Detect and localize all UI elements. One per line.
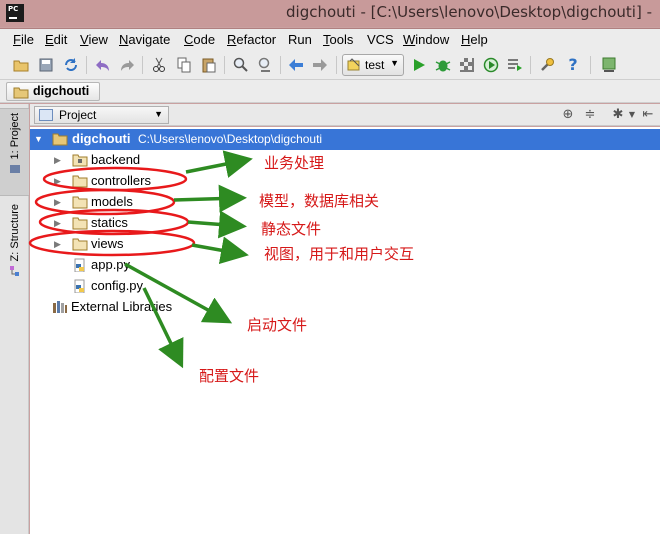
paste-icon[interactable] [200, 56, 218, 74]
chevron-down-icon: ▼ [154, 109, 163, 119]
menu-tools[interactable]: Tools [323, 32, 353, 47]
collapse-all-icon[interactable]: ≑ [582, 107, 598, 123]
python-file-icon [74, 279, 85, 293]
folder-name: views [91, 236, 124, 251]
project-panel-header: Project ▼ ⊕ ≑ ✱ ▼ ⇤ [30, 104, 660, 126]
copy-icon[interactable] [175, 56, 193, 74]
collapse-arrow-icon[interactable]: ▶ [54, 197, 61, 208]
structure-icon [9, 266, 19, 277]
root-folder-name: digchouti [72, 131, 131, 146]
run-config-label: test [365, 58, 385, 72]
window-titlebar: PC digchouti - [C:\Users\lenovo\Desktop\… [0, 0, 660, 27]
save-icon[interactable] [37, 56, 55, 74]
locate-target-icon[interactable]: ⊕ [560, 107, 576, 123]
folder-icon [72, 238, 88, 251]
collapse-arrow-icon[interactable]: ▶ [54, 218, 61, 229]
run-icon[interactable] [410, 56, 428, 74]
run-tests-icon[interactable] [506, 56, 524, 74]
cut-icon[interactable] [150, 56, 168, 74]
menu-window[interactable]: Window [403, 32, 449, 47]
folder-name: controllers [91, 173, 151, 188]
menu-code[interactable]: Code [184, 32, 215, 47]
annotation-models: 模型，数据库相关 [259, 192, 380, 210]
open-folder-icon[interactable] [12, 56, 30, 74]
redo-icon[interactable] [118, 56, 136, 74]
tree-item-config-py[interactable]: config.py [30, 276, 660, 297]
hide-panel-icon[interactable]: ⇤ [640, 107, 656, 123]
menu-run[interactable]: Run [288, 32, 312, 47]
project-view-label: Project [59, 108, 97, 122]
annotation-app-py: 启动文件 [247, 316, 308, 334]
menu-refactor[interactable]: Refactor [227, 32, 276, 47]
breadcrumb[interactable]: digchouti [6, 82, 101, 101]
menu-vcs[interactable]: VCS [367, 32, 394, 47]
tree-root-row[interactable]: ▼ digchouti C:\Users\lenovo\Desktop\digc… [30, 129, 660, 150]
root-folder-path: C:\Users\lenovo\Desktop\digchouti [138, 132, 323, 146]
debug-icon[interactable] [434, 56, 452, 74]
collapse-arrow-icon[interactable]: ▶ [54, 239, 61, 250]
tab-project-label: 1: Project [8, 113, 21, 160]
annotation-config-py: 配置文件 [199, 367, 260, 385]
folder-name: models [91, 194, 133, 209]
undo-icon[interactable] [94, 56, 112, 74]
folder-name: statics [91, 215, 128, 230]
main-toolbar: test ▼ ? [0, 50, 660, 80]
package-folder-icon [72, 154, 88, 167]
menu-edit[interactable]: Edit [45, 32, 67, 47]
folder-name: backend [91, 152, 141, 167]
replace-icon[interactable] [256, 56, 274, 74]
library-icon [53, 301, 67, 313]
annotation-statics: 静态文件 [261, 220, 322, 238]
project-tree: ▼ digchouti C:\Users\lenovo\Desktop\digc… [30, 127, 660, 534]
external-libraries-label: External Libraries [71, 299, 173, 314]
menu-view[interactable]: View [80, 32, 108, 47]
collapse-arrow-icon[interactable]: ▶ [54, 155, 61, 166]
collapse-arrow-icon[interactable]: ▶ [54, 176, 61, 187]
folder-icon [72, 217, 88, 230]
annotation-controllers: 业务处理 [264, 154, 325, 172]
tree-item-external-libraries[interactable]: External Libraries [30, 297, 660, 318]
file-name: app.py [91, 257, 131, 272]
profile-icon[interactable] [482, 56, 500, 74]
project-view-select[interactable]: Project ▼ [34, 106, 169, 124]
file-name: config.py [91, 278, 144, 293]
help-icon[interactable]: ? [564, 56, 582, 74]
settings-wrench-icon[interactable] [538, 56, 556, 74]
project-folder-icon [9, 165, 20, 174]
annotation-views: 视图，用于和用户交互 [264, 245, 415, 263]
folder-icon [52, 133, 68, 146]
folder-icon [72, 175, 88, 188]
sync-icon[interactable] [62, 56, 80, 74]
folder-icon [72, 196, 88, 209]
navigation-bar: digchouti [0, 80, 660, 103]
python-config-icon [347, 58, 360, 71]
tree-item-statics[interactable]: ▶ statics [30, 213, 660, 234]
breadcrumb-label: digchouti [33, 84, 90, 98]
menu-bar: File Edit View Navigate Code Refactor Ru… [0, 28, 660, 50]
expand-arrow-icon[interactable]: ▼ [34, 134, 43, 144]
forward-icon[interactable] [311, 56, 329, 74]
coverage-icon[interactable] [458, 56, 476, 74]
menu-file[interactable]: File [13, 32, 34, 47]
menu-help[interactable]: Help [461, 32, 488, 47]
folder-icon [13, 87, 29, 99]
window-title: digchouti - [C:\Users\lenovo\Desktop\dig… [286, 3, 652, 21]
sdk-icon[interactable] [600, 56, 618, 74]
python-file-icon [74, 258, 85, 272]
project-view-icon [39, 109, 53, 121]
menu-navigate[interactable]: Navigate [119, 32, 170, 47]
chevron-down-icon: ▼ [390, 58, 399, 68]
left-tool-strip: 1: Project Z: Structure [0, 104, 29, 534]
gear-dropdown-icon[interactable]: ▼ [624, 107, 640, 123]
run-configuration-select[interactable]: test ▼ [342, 54, 404, 76]
tree-item-controllers[interactable]: ▶ controllers [30, 171, 660, 192]
find-icon[interactable] [232, 56, 250, 74]
tree-item-backend[interactable]: ▶ backend [30, 150, 660, 171]
tab-structure[interactable]: Z: Structure [0, 200, 29, 295]
tab-project[interactable]: 1: Project [0, 108, 29, 196]
tab-structure-label: Z: Structure [8, 204, 21, 262]
back-icon[interactable] [287, 56, 305, 74]
